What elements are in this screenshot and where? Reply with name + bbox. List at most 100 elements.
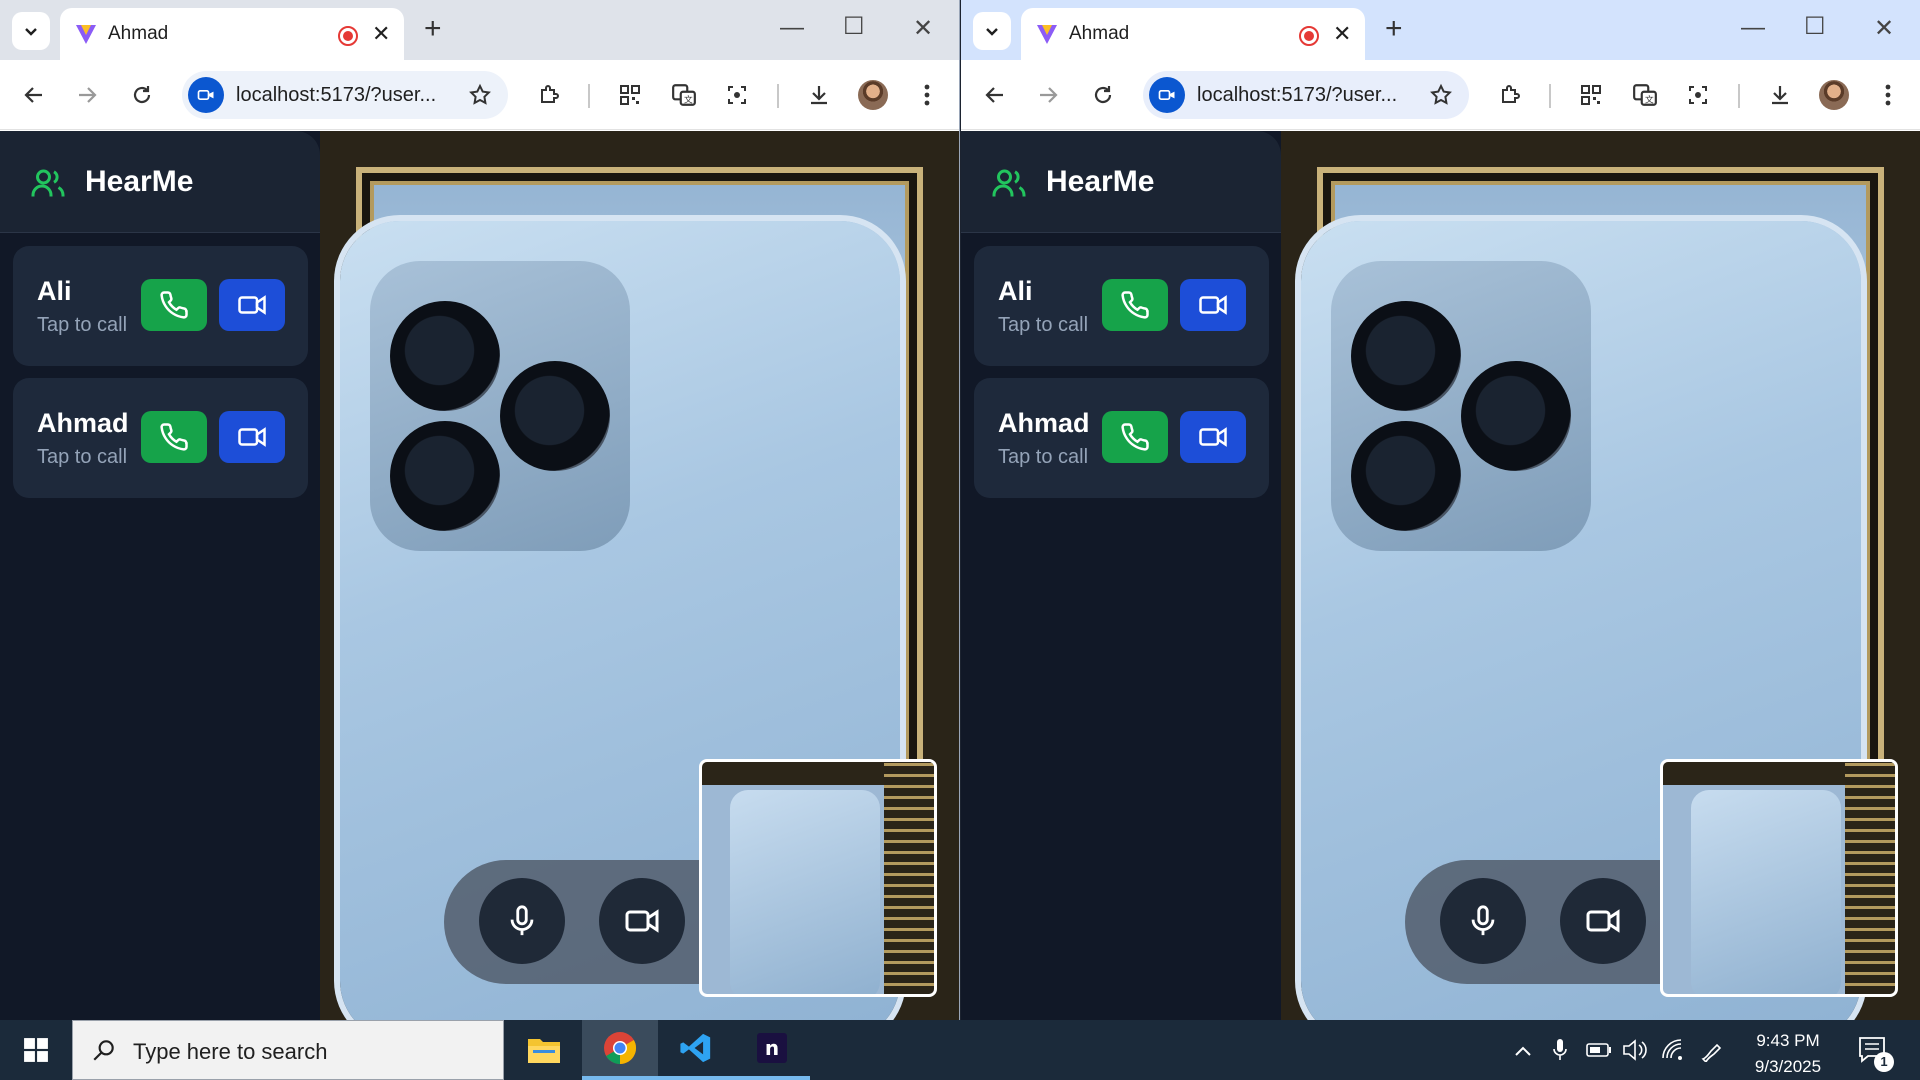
mute-button[interactable] [1440,878,1526,964]
desktop-screen: Ahmad ✕ + — ☐ ✕ localhost:5173/?user... … [0,0,1920,1080]
profile-avatar[interactable] [1819,80,1849,110]
minimize-icon[interactable]: — [780,14,804,42]
remote-video [320,131,959,1020]
show-hidden-icons-icon[interactable] [1514,1042,1532,1063]
file-explorer-app[interactable] [506,1020,582,1080]
toolbar-separator [1549,84,1551,108]
contacts-sidebar: HearMe Ali Tap to call Ahmad Tap to call [961,131,1281,1020]
maximize-icon[interactable]: ☐ [843,12,865,41]
tab-search-button[interactable] [12,12,50,50]
contact-card-ahmad: Ahmad Tap to call [974,378,1269,498]
bookmark-star-icon[interactable] [1429,83,1453,107]
forward-icon[interactable] [73,81,101,109]
phone-icon [1121,423,1149,451]
svg-text:n: n [765,1036,779,1060]
contact-card-ahmad: Ahmad Tap to call [13,378,308,498]
microphone-tray-icon[interactable] [1552,1038,1568,1067]
windows-logo-icon [24,1038,48,1062]
close-window-icon[interactable]: ✕ [1874,14,1894,43]
voice-call-button[interactable] [1102,279,1168,331]
chrome-app[interactable] [582,1020,658,1080]
vscode-app[interactable] [658,1020,734,1080]
url-text: localhost:5173/?user... [236,84,437,106]
notion-app[interactable]: n [734,1020,810,1080]
contact-name: Ali [998,276,1033,306]
tab-title: Ahmad [1069,23,1130,44]
voice-call-button[interactable] [1102,411,1168,463]
new-tab-button[interactable]: + [424,12,442,46]
start-button[interactable] [0,1020,72,1080]
folder-icon [528,1039,560,1063]
contact-subtitle: Tap to call [37,314,128,336]
video-call-button[interactable] [219,279,285,331]
mute-button[interactable] [479,878,565,964]
phone-icon [160,423,188,451]
phone-icon [1121,291,1149,319]
voice-call-button[interactable] [141,411,207,463]
contact-subtitle: Tap to call [998,314,1089,336]
toolbar-separator [777,84,779,108]
clock-time: 9:43 PM [1756,1031,1820,1050]
qr-code-icon[interactable] [616,81,644,109]
remote-video [1281,131,1920,1020]
camera-toggle-button[interactable] [599,878,685,964]
tab-strip: Ahmad ✕ + — ☐ ✕ [0,0,959,60]
address-bar[interactable]: localhost:5173/?user... [182,71,508,119]
extensions-puzzle-icon[interactable] [1496,81,1524,109]
contact-subtitle: Tap to call [998,446,1089,468]
video-camera-icon [238,427,266,447]
reload-icon[interactable] [1089,81,1117,109]
browser-tab[interactable]: Ahmad ✕ [1021,8,1365,60]
url-text: localhost:5173/?user... [1197,84,1398,106]
video-call-button[interactable] [1180,411,1246,463]
close-window-icon[interactable]: ✕ [913,14,933,43]
video-call-button[interactable] [1180,279,1246,331]
new-tab-button[interactable]: + [1385,12,1403,46]
bookmark-star-icon[interactable] [468,83,492,107]
download-icon[interactable] [1766,81,1794,109]
translate-icon[interactable]: 文 [670,81,698,109]
svg-text:文: 文 [1645,94,1654,106]
tab-strip: Ahmad ✕ + — ☐ ✕ [961,0,1920,60]
volume-icon[interactable] [1622,1038,1648,1067]
more-menu-icon[interactable] [913,81,941,109]
close-tab-icon[interactable]: ✕ [1333,21,1351,47]
lens-screenshot-icon[interactable] [1684,81,1712,109]
local-video-preview [699,759,937,997]
browser-toolbar: localhost:5173/?user... 文 [0,60,959,130]
address-bar[interactable]: localhost:5173/?user... [1143,71,1469,119]
battery-icon[interactable] [1586,1042,1612,1063]
taskbar-search-box[interactable]: Type here to search [72,1020,504,1080]
voice-call-button[interactable] [141,279,207,331]
pen-ink-icon[interactable] [1700,1038,1724,1067]
extensions-puzzle-icon[interactable] [535,81,563,109]
svg-text:文: 文 [684,94,693,106]
maximize-icon[interactable]: ☐ [1804,12,1826,41]
microphone-icon [1471,905,1495,936]
download-icon[interactable] [805,81,833,109]
lens-screenshot-icon[interactable] [723,81,751,109]
web-page: HearMe Ali Tap to call Ahmad Tap to call [961,131,1920,1020]
qr-code-icon[interactable] [1577,81,1605,109]
video-camera-icon [1199,295,1227,315]
profile-avatar[interactable] [858,80,888,110]
camera-in-use-icon[interactable] [1149,77,1185,113]
more-menu-icon[interactable] [1874,81,1902,109]
toolbar-separator [1738,84,1740,108]
translate-icon[interactable]: 文 [1631,81,1659,109]
forward-icon[interactable] [1034,81,1062,109]
browser-tab[interactable]: Ahmad ✕ [60,8,404,60]
camera-toggle-button[interactable] [1560,878,1646,964]
back-icon[interactable] [20,81,48,109]
tab-search-button[interactable] [973,12,1011,50]
camera-in-use-icon[interactable] [188,77,224,113]
recording-indicator-icon [338,26,358,46]
app-title: HearMe [85,165,194,198]
reload-icon[interactable] [128,81,156,109]
close-tab-icon[interactable]: ✕ [372,21,390,47]
minimize-icon[interactable]: — [1741,14,1765,42]
wifi-icon[interactable] [1660,1038,1684,1067]
taskbar-clock[interactable]: 9:43 PM 9/3/2025 [1738,1028,1838,1080]
video-call-button[interactable] [219,411,285,463]
back-icon[interactable] [981,81,1009,109]
